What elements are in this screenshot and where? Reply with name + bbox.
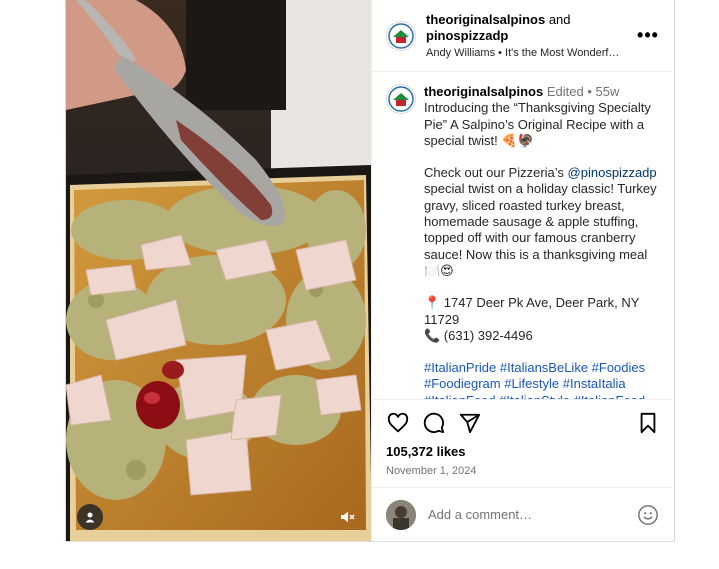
post-date[interactable]: November 1, 2024 xyxy=(386,465,660,477)
caption-section: theoriginalsalpinos Edited • 55w Introdu… xyxy=(372,72,674,399)
mention-link[interactable]: @pinospizzadp xyxy=(568,165,657,180)
save-button[interactable] xyxy=(636,411,660,435)
viewer-avatar xyxy=(386,499,416,530)
viewer-photo xyxy=(386,499,416,530)
share-button[interactable] xyxy=(458,411,482,435)
heart-icon xyxy=(387,412,409,433)
caption-username[interactable]: theoriginalsalpinos xyxy=(424,84,543,99)
edited-label: Edited xyxy=(546,84,584,99)
emoji-button[interactable] xyxy=(636,503,660,527)
comment-bar xyxy=(372,487,674,541)
caption-paragraph: Check out our Pizzeria’s @pinospizzadp s… xyxy=(424,165,657,278)
post-dialog: theoriginalsalpinos and pinospizzadp And… xyxy=(65,0,675,542)
author-username[interactable]: theoriginalsalpinos xyxy=(426,12,545,27)
share-icon xyxy=(459,413,481,434)
pizza-photo xyxy=(66,0,371,541)
bookmark-icon xyxy=(640,412,656,434)
caption-address: 📍 1747 Deer Pk Ave, Deer Park, NY 11729 xyxy=(424,295,640,327)
collab-joiner: and xyxy=(548,12,571,27)
caption-author-avatar[interactable] xyxy=(386,84,416,114)
action-bar: 105,372 likes November 1, 2024 xyxy=(372,399,674,491)
caption-text: theoriginalsalpinos Edited • 55w Introdu… xyxy=(424,84,660,399)
caption-intro: Introducing the “Thanksgiving Specialty … xyxy=(424,100,651,148)
post-age[interactable]: 55w xyxy=(595,84,619,99)
post-header: theoriginalsalpinos and pinospizzadp And… xyxy=(372,0,674,72)
mute-button[interactable] xyxy=(334,504,360,530)
comment-button[interactable] xyxy=(422,411,446,435)
like-button[interactable] xyxy=(386,411,410,435)
caption-phone: 📞 (631) 392-4496 xyxy=(424,327,533,343)
caption-hashtags[interactable]: #ItalianPride #ItaliansBeLike #Foodies #… xyxy=(424,360,660,399)
salpinos-logo-icon xyxy=(388,86,414,112)
likes-count[interactable]: 105,372 likes xyxy=(386,444,660,459)
comment-input[interactable] xyxy=(428,507,636,522)
speaker-muted-icon xyxy=(341,511,355,523)
tagged-people-button[interactable] xyxy=(77,504,103,530)
comment-icon xyxy=(423,412,445,434)
collab-username[interactable]: pinospizzadp xyxy=(426,28,508,43)
post-video[interactable] xyxy=(66,0,371,541)
author-avatar[interactable] xyxy=(386,20,416,51)
person-tag-icon xyxy=(85,512,95,523)
post-side-panel: theoriginalsalpinos and pinospizzadp And… xyxy=(371,0,674,541)
salpinos-logo-icon xyxy=(388,22,414,49)
smiley-icon xyxy=(638,504,658,525)
more-options-button[interactable]: ••• xyxy=(636,24,660,48)
audio-attribution[interactable]: Andy Williams • It's the Most Wonderf… xyxy=(426,47,630,59)
